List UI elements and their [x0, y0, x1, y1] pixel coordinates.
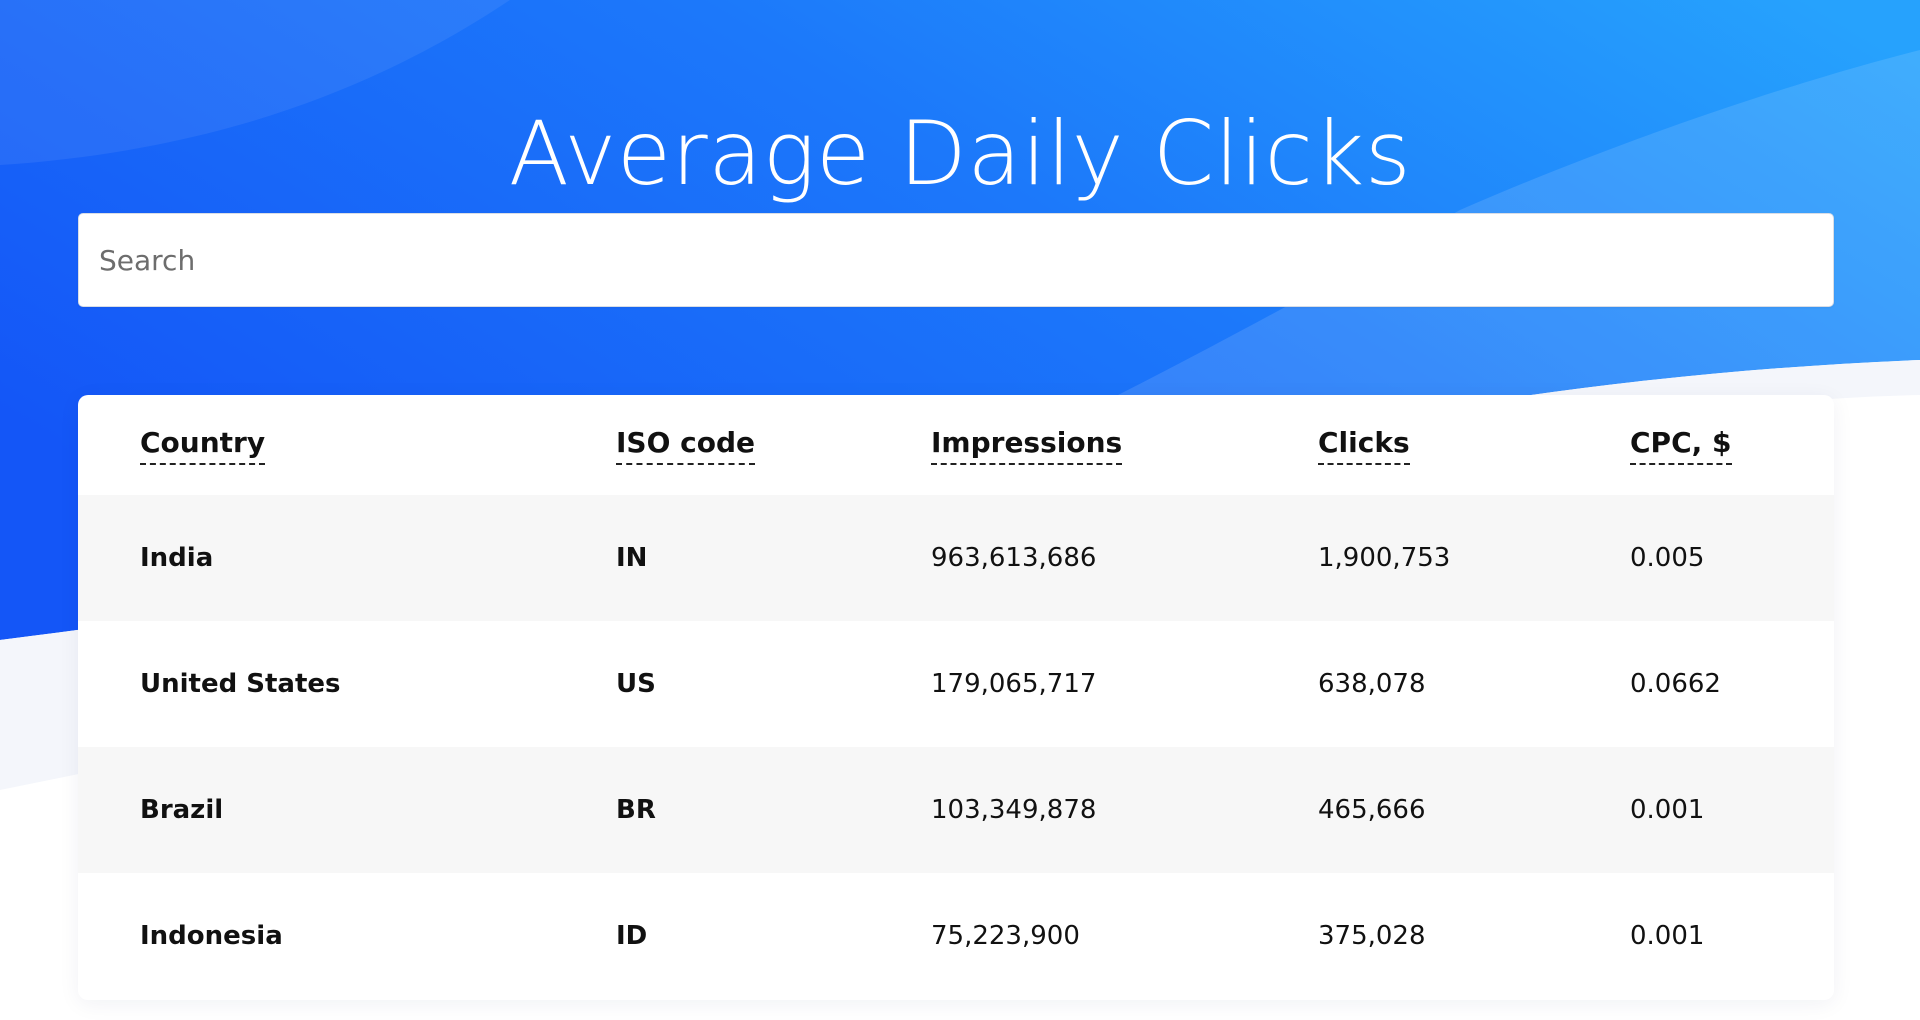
- table-card: Country ISO code Impressions Clicks CPC,…: [78, 395, 1834, 1000]
- column-header-label[interactable]: ISO code: [616, 426, 756, 465]
- cell-cpc: 0.001: [1630, 921, 1705, 951]
- page-title: Average Daily Clicks: [508, 101, 1412, 205]
- cell-impressions: 75,223,900: [931, 921, 1080, 951]
- data-table: Country ISO code Impressions Clicks CPC,…: [78, 395, 1834, 999]
- cell-country: Indonesia: [140, 921, 283, 951]
- table-body: India IN 963,613,686 1,900,753 0.005 Uni…: [78, 495, 1834, 999]
- search-input[interactable]: [78, 213, 1834, 307]
- cell-iso-code: ID: [616, 921, 648, 951]
- cell-impressions: 963,613,686: [931, 543, 1097, 573]
- table-row: Brazil BR 103,349,878 465,666 0.001: [78, 747, 1834, 873]
- column-header-cpc[interactable]: CPC, $: [1630, 395, 1834, 495]
- cell-clicks: 465,666: [1318, 795, 1426, 825]
- cell-cpc: 0.005: [1630, 543, 1705, 573]
- cell-iso-code: IN: [616, 543, 648, 573]
- cell-country: India: [140, 543, 214, 573]
- table-header: Country ISO code Impressions Clicks CPC,…: [78, 395, 1834, 495]
- column-header-label[interactable]: CPC, $: [1630, 426, 1732, 465]
- cell-cpc: 0.0662: [1630, 669, 1721, 699]
- column-header-iso-code[interactable]: ISO code: [616, 395, 931, 495]
- column-header-clicks[interactable]: Clicks: [1318, 395, 1630, 495]
- cell-impressions: 103,349,878: [931, 795, 1097, 825]
- column-header-label[interactable]: Clicks: [1318, 426, 1410, 465]
- cell-country: Brazil: [140, 795, 224, 825]
- column-header-impressions[interactable]: Impressions: [931, 395, 1318, 495]
- cell-clicks: 375,028: [1318, 921, 1426, 951]
- cell-clicks: 1,900,753: [1318, 543, 1451, 573]
- cell-country: United States: [140, 669, 341, 699]
- header-row: Country ISO code Impressions Clicks CPC,…: [78, 395, 1834, 495]
- cell-iso-code: BR: [616, 795, 656, 825]
- table-row: Indonesia ID 75,223,900 375,028 0.001: [78, 873, 1834, 999]
- column-header-label[interactable]: Impressions: [931, 426, 1123, 465]
- column-header-country[interactable]: Country: [78, 395, 616, 495]
- table-row: United States US 179,065,717 638,078 0.0…: [78, 621, 1834, 747]
- cell-iso-code: US: [616, 669, 656, 699]
- cell-cpc: 0.001: [1630, 795, 1705, 825]
- table-row: India IN 963,613,686 1,900,753 0.005: [78, 495, 1834, 621]
- cell-impressions: 179,065,717: [931, 669, 1097, 699]
- cell-clicks: 638,078: [1318, 669, 1426, 699]
- column-header-label[interactable]: Country: [140, 426, 266, 465]
- page: Average Daily Clicks Country ISO code Im…: [0, 0, 1920, 1020]
